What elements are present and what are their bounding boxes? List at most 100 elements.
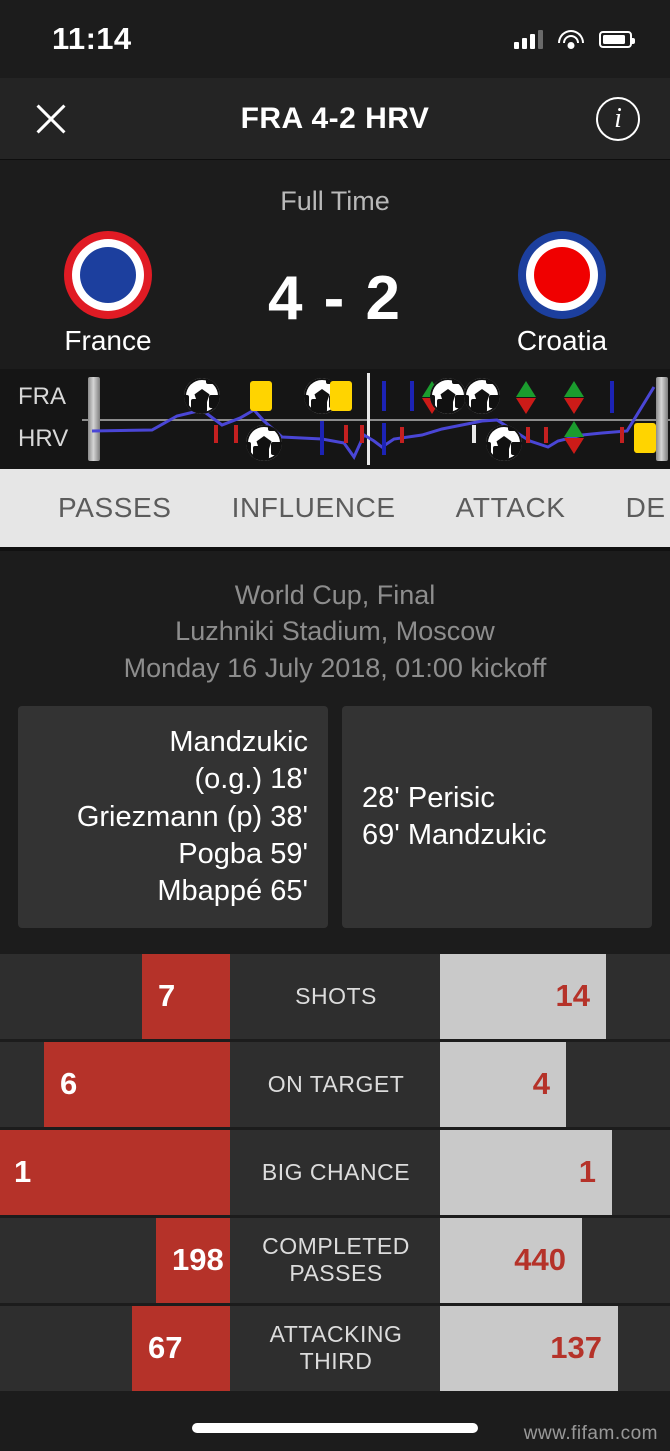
match-datetime: Monday 16 July 2018, 01:00 kickoff bbox=[123, 652, 547, 683]
stat-row[interactable]: 7 SHOTS 14 bbox=[0, 953, 670, 1039]
timeline-tick bbox=[320, 421, 324, 455]
yellow-card-icon[interactable] bbox=[634, 423, 656, 453]
stat-home-value: 7 bbox=[158, 978, 176, 1014]
timeline-tick bbox=[234, 425, 238, 443]
timeline-tick bbox=[382, 381, 386, 411]
stat-label: BIG CHANCE bbox=[261, 1158, 411, 1185]
timeline-labels: FRA HRV bbox=[18, 369, 80, 469]
stat-away-bar: 14 bbox=[440, 953, 606, 1039]
teams-row: France 4 - 2 Croatia bbox=[0, 231, 670, 357]
yellow-card-icon[interactable] bbox=[250, 381, 272, 411]
stat-home-bar: 6 bbox=[44, 1041, 230, 1127]
goal-icon[interactable] bbox=[486, 425, 522, 461]
stat-home-value: 198 bbox=[172, 1242, 224, 1278]
timeline-field bbox=[82, 369, 670, 469]
away-goals-panel: 28' Perisic 69' Mandzukic bbox=[342, 706, 652, 928]
timeline-tick bbox=[360, 425, 364, 443]
sub-arrow-down-icon[interactable] bbox=[516, 398, 536, 414]
match-venue: Luzhniki Stadium, Moscow bbox=[175, 616, 495, 647]
stat-away-value: 14 bbox=[555, 978, 590, 1014]
timeline-home-label: FRA bbox=[18, 383, 66, 410]
tab-bar[interactable]: PASSES INFLUENCE ATTACK DE bbox=[0, 469, 670, 551]
goal-icon[interactable] bbox=[430, 378, 466, 414]
match-timeline[interactable]: FRA HRV bbox=[0, 369, 670, 469]
sub-arrow-up-icon[interactable] bbox=[564, 421, 584, 437]
stat-away-bar: 137 bbox=[440, 1305, 618, 1391]
nav-bar: FRA 4-2 HRV i bbox=[0, 78, 670, 160]
scoreline: 4 - 2 bbox=[267, 264, 403, 333]
goal-entry: Pogba 59' bbox=[178, 837, 308, 870]
stats-section: 7 SHOTS 14 6 ON TARGET 4 1 BIG CHANCE 1 … bbox=[0, 953, 670, 1391]
goal-entry: 69' Mandzukic bbox=[362, 819, 547, 852]
timeline-tick bbox=[344, 425, 348, 443]
battery-icon bbox=[599, 30, 635, 48]
watermark: www.fifam.com bbox=[523, 1423, 658, 1444]
away-team[interactable]: Croatia bbox=[454, 231, 670, 357]
stat-label: COMPLETED PASSES bbox=[262, 1232, 410, 1287]
tab-defence[interactable]: DE bbox=[626, 492, 666, 524]
stat-row[interactable]: 198 COMPLETED PASSES 440 bbox=[0, 1217, 670, 1303]
timeline-tick bbox=[382, 423, 386, 455]
stat-home-bar: 67 bbox=[132, 1305, 230, 1391]
timeline-tick bbox=[526, 427, 530, 443]
tab-influence[interactable]: INFLUENCE bbox=[232, 492, 396, 524]
close-icon[interactable] bbox=[28, 96, 74, 142]
tab-attack[interactable]: ATTACK bbox=[456, 492, 566, 524]
goal-entry: Mandzukic bbox=[169, 726, 308, 759]
stat-away-bar: 4 bbox=[440, 1041, 566, 1127]
timeline-tick bbox=[610, 381, 614, 413]
goal-entry: Griezmann (p) 38' bbox=[76, 800, 308, 833]
stat-home-value: 1 bbox=[14, 1154, 32, 1190]
sub-arrow-up-icon[interactable] bbox=[516, 381, 536, 397]
yellow-card-icon[interactable] bbox=[330, 381, 352, 411]
info-icon[interactable]: i bbox=[596, 96, 640, 141]
goals-section: Mandzukic (o.g.) 18' Griezmann (p) 38' P… bbox=[0, 706, 670, 954]
stat-label: ON TARGET bbox=[267, 1070, 405, 1097]
match-competition: World Cup, Final bbox=[234, 580, 436, 610]
wifi-icon bbox=[558, 29, 584, 49]
stat-away-value: 137 bbox=[550, 1330, 602, 1366]
sub-arrow-up-icon[interactable] bbox=[564, 381, 584, 397]
home-indicator[interactable] bbox=[192, 1423, 478, 1433]
goal-entry: 28' Perisic bbox=[362, 781, 495, 814]
goal-entry: Mbappé 65' bbox=[157, 874, 308, 907]
france-flag-icon bbox=[64, 231, 152, 319]
match-status: Full Time bbox=[280, 186, 390, 216]
stat-label: ATTACKING THIRD bbox=[269, 1320, 403, 1375]
stat-label: SHOTS bbox=[295, 982, 377, 1009]
sub-arrow-down-icon[interactable] bbox=[564, 438, 584, 454]
status-bar: 11:14 bbox=[0, 0, 670, 78]
timeline-tick bbox=[214, 425, 218, 443]
stat-away-value: 440 bbox=[514, 1242, 566, 1278]
croatia-flag-icon bbox=[518, 231, 606, 319]
status-bar-time: 11:14 bbox=[52, 21, 132, 56]
tab-passes[interactable]: PASSES bbox=[58, 492, 172, 524]
status-bar-icons bbox=[514, 29, 635, 49]
match-info: World Cup, Final Luzhniki Stadium, Mosco… bbox=[0, 551, 670, 707]
sub-arrow-down-icon[interactable] bbox=[564, 398, 584, 414]
goal-entry: (o.g.) 18' bbox=[194, 763, 308, 796]
timeline-tick bbox=[410, 381, 414, 411]
stat-home-value: 6 bbox=[60, 1066, 78, 1102]
goal-icon[interactable] bbox=[184, 378, 220, 414]
stat-row[interactable]: 1 BIG CHANCE 1 bbox=[0, 1129, 670, 1215]
timeline-tick bbox=[400, 427, 404, 443]
stat-away-value: 4 bbox=[532, 1066, 550, 1102]
timeline-tick bbox=[472, 425, 476, 443]
stat-home-value: 67 bbox=[148, 1330, 183, 1366]
stat-away-value: 1 bbox=[578, 1154, 596, 1190]
page-title: FRA 4-2 HRV bbox=[240, 101, 430, 135]
goal-icon[interactable] bbox=[246, 425, 282, 461]
timeline-tick bbox=[544, 427, 548, 443]
away-team-name: Croatia bbox=[516, 325, 608, 356]
stat-home-bar: 1 bbox=[0, 1129, 230, 1215]
goal-icon[interactable] bbox=[464, 378, 500, 414]
stat-row[interactable]: 67 ATTACKING THIRD 137 bbox=[0, 1305, 670, 1391]
stat-row[interactable]: 6 ON TARGET 4 bbox=[0, 1041, 670, 1127]
home-team[interactable]: France bbox=[0, 231, 216, 357]
home-team-name: France bbox=[64, 325, 152, 356]
stat-home-bar: 7 bbox=[142, 953, 230, 1039]
timeline-tick bbox=[620, 427, 624, 443]
stat-away-bar: 1 bbox=[440, 1129, 612, 1215]
stat-away-bar: 440 bbox=[440, 1217, 582, 1303]
